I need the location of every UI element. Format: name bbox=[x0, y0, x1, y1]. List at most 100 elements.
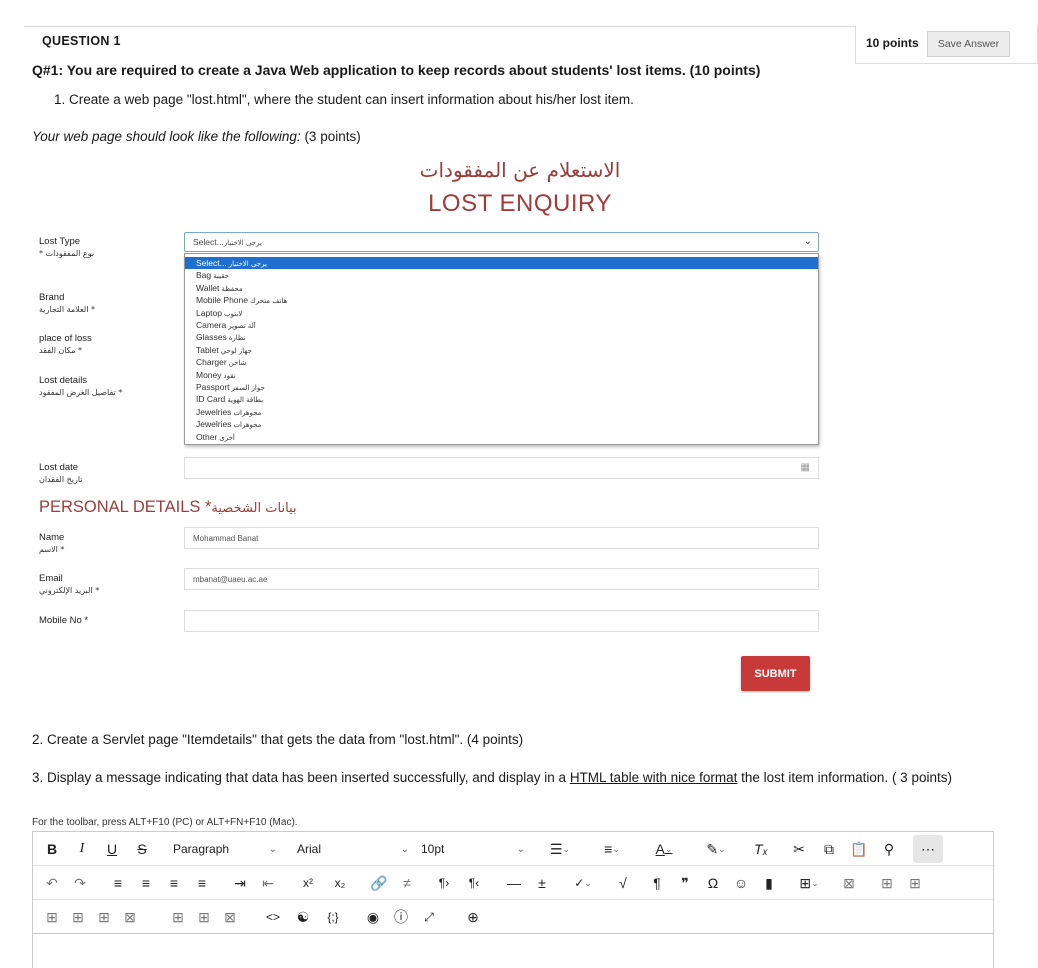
dropdown-option[interactable]: Tablet جهاز لوحي bbox=[185, 344, 818, 356]
accessibility-icon[interactable]: ☯ bbox=[291, 900, 315, 934]
italic-icon[interactable]: I bbox=[71, 832, 93, 866]
insert-equation-icon[interactable]: ± bbox=[531, 866, 553, 900]
underline-icon[interactable]: U bbox=[101, 832, 123, 866]
step-3-text: 3. Display a message indicating that dat… bbox=[32, 770, 952, 785]
source-code-icon[interactable]: <> bbox=[261, 900, 285, 934]
dropdown-option[interactable]: Mobile Phone هاتف متحرك bbox=[185, 294, 818, 306]
spellcheck-icon[interactable]: ✓ ⌄ bbox=[563, 866, 603, 900]
label-name: Name الاسم * bbox=[39, 532, 65, 554]
dropdown-option[interactable]: Charger شاحن bbox=[185, 356, 818, 368]
dropdown-option[interactable]: Wallet محفظة bbox=[185, 282, 818, 294]
justify-icon[interactable]: ≡ bbox=[191, 866, 213, 900]
chevron-down-icon: ⌄ bbox=[400, 843, 409, 855]
font-family-dropdown[interactable]: Arial ⌄ bbox=[297, 832, 409, 866]
more-options-icon[interactable]: ⋯ bbox=[913, 835, 943, 863]
paragraph-mark-icon[interactable]: ¶ bbox=[645, 866, 669, 900]
question-label: QUESTION 1 bbox=[42, 34, 121, 48]
save-answer-button[interactable]: Save Answer bbox=[927, 31, 1010, 57]
cut-icon[interactable]: ✂ bbox=[787, 832, 811, 866]
search-icon[interactable]: ⚲ bbox=[877, 832, 901, 866]
unlink-icon[interactable]: ≠ bbox=[395, 866, 419, 900]
lost-date-input[interactable]: ▦ bbox=[184, 457, 819, 479]
question-title: Q#1: You are required to create a Java W… bbox=[32, 62, 761, 78]
rtl-direction-icon[interactable]: ¶‹ bbox=[461, 866, 487, 900]
link-icon[interactable]: 🔗 bbox=[367, 866, 391, 900]
table-cell-delete-icon[interactable]: ⊠ bbox=[219, 900, 241, 934]
align-center-icon[interactable]: ≡ bbox=[135, 866, 157, 900]
label-details: Lost details تفاصيل الغرض المفقود * bbox=[39, 375, 123, 397]
label-email: Email البريد الإلكتروني * bbox=[39, 573, 100, 595]
align-left-icon[interactable]: ≡ bbox=[107, 866, 129, 900]
help-icon[interactable]: ⓘ bbox=[389, 900, 413, 934]
code-block-icon[interactable]: {;} bbox=[321, 900, 345, 934]
clear-formatting-icon[interactable]: Tₓ bbox=[749, 832, 773, 866]
paragraph-format-dropdown[interactable]: Paragraph ⌄ bbox=[173, 832, 277, 866]
align-right-icon[interactable]: ≡ bbox=[163, 866, 185, 900]
undo-icon[interactable]: ↶ bbox=[41, 866, 63, 900]
copy-icon[interactable]: ⧉ bbox=[817, 832, 841, 866]
superscript-icon[interactable]: x² bbox=[295, 866, 321, 900]
dropdown-option[interactable]: Select... يرجى الاختيار bbox=[185, 257, 818, 270]
table-col-before-icon[interactable]: ⊞ bbox=[67, 900, 89, 934]
numbered-list-icon[interactable]: ≡ ⌄ bbox=[593, 832, 631, 866]
bullet-list-icon[interactable]: ☰ ⌄ bbox=[541, 832, 579, 866]
dropdown-option[interactable]: Jewelries مجوهرات bbox=[185, 406, 818, 418]
emoji-icon[interactable]: ☺ bbox=[729, 866, 753, 900]
dropdown-option[interactable]: Bag حقيبة bbox=[185, 269, 818, 281]
fullscreen-icon[interactable]: ⤢ bbox=[417, 900, 441, 934]
dropdown-option[interactable]: ID Card بطاقة الهوية bbox=[185, 393, 818, 405]
label-mobile: Mobile No * bbox=[39, 615, 89, 626]
table-delete-col-icon[interactable]: ⊠ bbox=[119, 900, 141, 934]
bold-icon[interactable]: B bbox=[41, 832, 63, 866]
dropdown-option[interactable]: Money نقود bbox=[185, 369, 818, 381]
table-split-icon[interactable]: ⊞ bbox=[193, 900, 215, 934]
dropdown-option[interactable]: Glasses نظارة bbox=[185, 331, 818, 343]
preview-icon[interactable]: ◉ bbox=[361, 900, 385, 934]
label-brand: Brand العلامة التجارية * bbox=[39, 292, 96, 314]
toolbar-row-1: B I U S Paragraph ⌄ Arial ⌄ 10pt ⌄ ☰ ⌄ ≡ ⌄ A ⌄… bbox=[33, 832, 993, 866]
dropdown-option[interactable]: Camera آلة تصوير bbox=[185, 319, 818, 331]
chevron-down-icon: ⌄ bbox=[268, 843, 277, 855]
paste-icon[interactable]: 📋 bbox=[847, 832, 871, 866]
blockquote-icon[interactable]: ❞ bbox=[673, 866, 697, 900]
table-merge-icon[interactable]: ⊞ bbox=[167, 900, 189, 934]
dropdown-option[interactable]: Passport جواز السفر bbox=[185, 381, 818, 393]
lost-type-select[interactable]: Select...يرجى الاختيار ⌄ bbox=[184, 232, 819, 252]
rich-text-editor[interactable]: B I U S Paragraph ⌄ Arial ⌄ 10pt ⌄ ☰ ⌄ ≡ ⌄ A ⌄… bbox=[32, 831, 994, 968]
question-points: 10 points bbox=[866, 36, 919, 50]
label-place: place of loss مكان الفقد * bbox=[39, 333, 92, 355]
lost-type-dropdown[interactable]: Select... يرجى الاختيار Bag حقيبة Wallet محفظ… bbox=[184, 253, 819, 445]
email-input[interactable]: mbanat@uaeu.ac.ae bbox=[184, 568, 819, 590]
chevron-down-icon: ⌄ bbox=[516, 843, 525, 855]
strikethrough-icon[interactable]: S bbox=[131, 832, 153, 866]
text-color-icon[interactable]: A ⌄ bbox=[645, 832, 683, 866]
table-row-below-icon[interactable]: ⊞ bbox=[903, 866, 927, 900]
table-row-above-icon[interactable]: ⊞ bbox=[875, 866, 899, 900]
special-character-icon[interactable]: Ω bbox=[701, 866, 725, 900]
table-icon[interactable]: ⊞ ⌄ bbox=[789, 866, 829, 900]
subscript-icon[interactable]: x₂ bbox=[327, 866, 353, 900]
redo-icon[interactable]: ↷ bbox=[69, 866, 91, 900]
table-delete-row-icon[interactable]: ⊞ bbox=[41, 900, 63, 934]
highlight-color-icon[interactable]: ✎ ⌄ bbox=[697, 832, 735, 866]
dropdown-option[interactable]: Other أخرى bbox=[185, 431, 818, 443]
dropdown-option[interactable]: Laptop لابتوب bbox=[185, 307, 818, 319]
dropdown-option[interactable]: Jewelries مجوهرات bbox=[185, 418, 818, 430]
bookmark-icon[interactable]: ▮ bbox=[757, 866, 781, 900]
outdent-icon[interactable]: ⇤ bbox=[257, 866, 279, 900]
horizontal-line-icon[interactable]: — bbox=[503, 866, 525, 900]
ltr-direction-icon[interactable]: ¶› bbox=[431, 866, 457, 900]
font-size-dropdown[interactable]: 10pt ⌄ bbox=[421, 832, 525, 866]
form-title: LOST ENQUIRY bbox=[428, 190, 612, 217]
label-lost-type: Lost Type نوع المفقودات * bbox=[39, 236, 95, 258]
name-input[interactable]: Mohammad Banat bbox=[184, 527, 819, 549]
calendar-icon[interactable]: ▦ bbox=[801, 462, 810, 473]
mobile-input[interactable] bbox=[184, 610, 819, 632]
step-2-text: 2. Create a Servlet page "Itemdetails" t… bbox=[32, 732, 524, 747]
submit-button[interactable]: SUBMIT bbox=[741, 656, 810, 691]
delete-table-icon[interactable]: ⊠ bbox=[837, 866, 861, 900]
math-editor-icon[interactable]: √ bbox=[611, 866, 635, 900]
table-col-after-icon[interactable]: ⊞ bbox=[93, 900, 115, 934]
indent-icon[interactable]: ⇥ bbox=[229, 866, 251, 900]
add-content-icon[interactable]: ⊕ bbox=[461, 900, 485, 934]
